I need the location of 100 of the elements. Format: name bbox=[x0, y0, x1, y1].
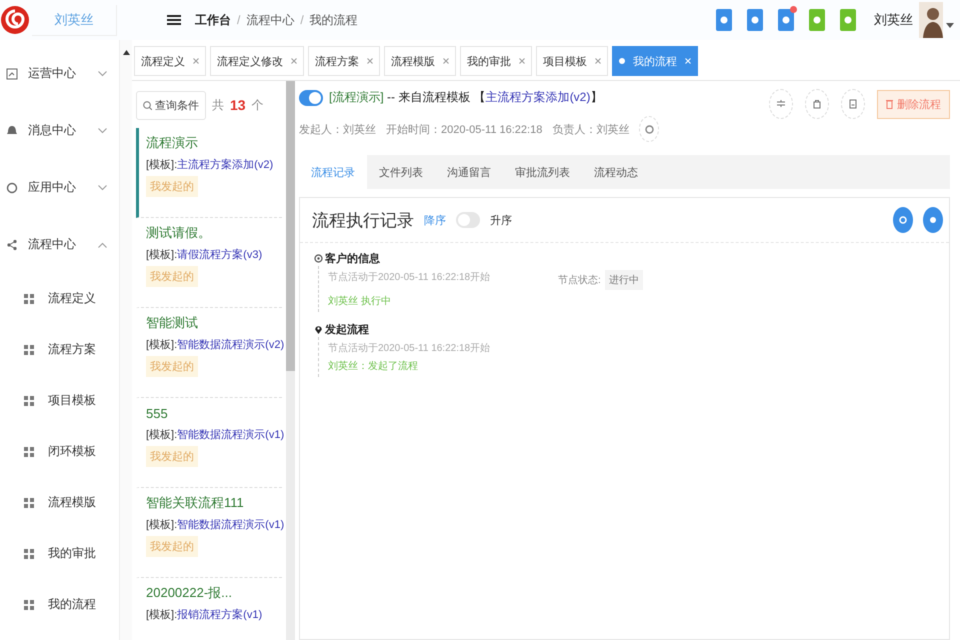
toggle-switch[interactable] bbox=[299, 90, 323, 106]
grid-icon bbox=[24, 446, 34, 456]
toolbar-button[interactable] bbox=[840, 9, 856, 31]
sliders-icon bbox=[776, 99, 786, 109]
close-icon[interactable] bbox=[193, 58, 199, 64]
tab[interactable]: 项目模板 bbox=[536, 46, 608, 76]
document-icon bbox=[848, 99, 858, 109]
round-button[interactable] bbox=[923, 207, 943, 233]
process-title: 流程演示 bbox=[146, 134, 199, 152]
avatar-icon[interactable] bbox=[919, 2, 943, 38]
meta-text: 发起人：刘英丝 bbox=[299, 122, 376, 136]
tab[interactable]: 文件列表 bbox=[367, 155, 435, 189]
trash-icon bbox=[886, 99, 893, 109]
close-icon[interactable] bbox=[519, 58, 525, 64]
result-count: 共 13 个 bbox=[212, 97, 264, 114]
tab[interactable]: 沟通留言 bbox=[435, 155, 503, 189]
user-name: 刘英丝 bbox=[32, 4, 117, 36]
close-icon[interactable] bbox=[291, 58, 297, 64]
process-heading: [流程演示] -- 来自流程模板 【主流程方案添加(v2)】 bbox=[329, 89, 602, 106]
scrollbar-thumb[interactable] bbox=[286, 81, 295, 371]
grid-icon bbox=[24, 600, 34, 610]
status-tag: 我发起的 bbox=[146, 356, 198, 377]
bell-icon bbox=[6, 124, 18, 136]
sidebar-group[interactable]: 流程中心 bbox=[0, 216, 119, 273]
circle-icon bbox=[844, 15, 852, 25]
node-name: 发起流程 bbox=[325, 322, 369, 337]
circle-icon bbox=[929, 216, 937, 224]
search-icon bbox=[143, 101, 152, 110]
user-name[interactable]: 刘英丝 bbox=[874, 11, 913, 29]
toolbar-button[interactable] bbox=[747, 9, 763, 31]
bag-icon bbox=[812, 99, 822, 109]
sort-label[interactable]: 升序 bbox=[490, 212, 512, 228]
close-icon[interactable] bbox=[595, 58, 601, 64]
meta-text: 开始时间：2020-05-11 16:22:18 bbox=[386, 122, 542, 136]
process-title: 测试请假。 bbox=[146, 224, 212, 242]
template-line: [模板]:主流程方案添加(v2) bbox=[146, 158, 274, 172]
search-button[interactable]: 查询条件 bbox=[136, 91, 206, 120]
node-actor: 刘英丝：发起了流程 bbox=[328, 360, 419, 373]
sidebar-item[interactable]: 流程方案 bbox=[0, 324, 119, 375]
meta-text: 负责人：刘英丝 bbox=[552, 122, 630, 136]
process-item[interactable]: 流程演示 [模板]:主流程方案添加(v2) 我发起的 bbox=[136, 128, 282, 218]
tab[interactable]: 流程定义 bbox=[134, 46, 206, 76]
tab[interactable]: 我的审批 bbox=[460, 46, 532, 76]
grid-icon bbox=[24, 294, 34, 304]
status-tag: 我发起的 bbox=[146, 266, 198, 287]
chevron-down-icon bbox=[98, 70, 107, 76]
sidebar-group[interactable]: 消息中心 bbox=[0, 102, 119, 159]
process-item[interactable]: 555 [模板]:智能数据流程演示(v1) 我发起的 bbox=[136, 398, 282, 488]
breadcrumb-item[interactable]: 流程中心 bbox=[246, 12, 294, 28]
sidebar-item[interactable]: 项目模板 bbox=[0, 375, 119, 426]
process-item[interactable]: 20200222-报... [模板]:报销流程方案(v1) bbox=[136, 578, 282, 640]
tab[interactable]: 流程定义修改 bbox=[210, 46, 304, 76]
settings-button[interactable] bbox=[639, 116, 660, 142]
chevron-down-icon bbox=[98, 184, 107, 190]
grid-icon bbox=[24, 344, 34, 354]
status-tag: 我发起的 bbox=[146, 446, 198, 467]
tab[interactable]: 审批流列表 bbox=[503, 155, 582, 189]
breadcrumb-separator: / bbox=[300, 13, 304, 27]
sidebar-group[interactable]: 应用中心 bbox=[0, 159, 119, 216]
node-time: 节点活动于2020-05-11 16:22:18开始 bbox=[328, 342, 492, 355]
tab[interactable]: 流程方案 bbox=[308, 46, 380, 76]
caret-icon[interactable] bbox=[946, 23, 954, 29]
grid-icon bbox=[24, 396, 34, 406]
process-title: 智能测试 bbox=[146, 314, 199, 332]
status-tag: 进行中 bbox=[604, 270, 643, 290]
status-tag: 我发起的 bbox=[146, 536, 198, 557]
dot-icon bbox=[619, 58, 625, 64]
toolbar-button[interactable] bbox=[716, 9, 732, 31]
scroll-up-icon[interactable] bbox=[122, 50, 130, 55]
breadcrumb-item[interactable]: 我的流程 bbox=[310, 12, 358, 28]
card-title: 流程执行记录 bbox=[312, 210, 414, 232]
process-title: 20200222-报... bbox=[146, 584, 234, 602]
grid-icon bbox=[24, 548, 34, 558]
toolbar-button[interactable] bbox=[809, 9, 825, 31]
chevron-up-icon bbox=[98, 242, 107, 248]
tab[interactable]: 流程动态 bbox=[582, 155, 650, 189]
share-icon bbox=[6, 238, 18, 250]
close-icon[interactable] bbox=[367, 58, 373, 64]
round-button[interactable] bbox=[893, 207, 913, 233]
process-item[interactable]: 智能测试 [模板]:智能数据流程演示(v2) 我发起的 bbox=[136, 308, 282, 398]
toolbar-button[interactable] bbox=[778, 9, 794, 31]
grid-icon bbox=[24, 498, 34, 508]
close-icon[interactable] bbox=[443, 58, 449, 64]
template-line: [模板]:智能数据流程演示(v1) bbox=[146, 518, 282, 532]
tab[interactable]: 流程模版 bbox=[384, 46, 456, 76]
sidebar-item[interactable]: 流程模版 bbox=[0, 477, 119, 528]
status-label: 节点状态: bbox=[558, 274, 601, 287]
sort-toggle[interactable] bbox=[456, 212, 480, 228]
breadcrumb-item[interactable]: 工作台 bbox=[195, 12, 231, 28]
process-item[interactable]: 测试请假。 [模板]:请假流程方案(v3) 我发起的 bbox=[136, 218, 282, 308]
sidebar-item[interactable]: 流程定义 bbox=[0, 273, 119, 324]
template-line: [模板]:请假流程方案(v3) bbox=[146, 248, 264, 262]
menu-icon[interactable] bbox=[167, 14, 181, 26]
sidebar-item[interactable]: 我的审批 bbox=[0, 528, 119, 579]
process-item[interactable]: 智能关联流程111 [模板]:智能数据流程演示(v1) 我发起的 bbox=[136, 488, 282, 578]
sidebar-group[interactable]: 运营中心 bbox=[0, 45, 119, 102]
sidebar-item[interactable]: 我的流程 bbox=[0, 579, 119, 630]
status-tag: 我发起的 bbox=[146, 176, 198, 197]
sidebar-item[interactable]: 闭环模板 bbox=[0, 426, 119, 477]
breadcrumb-separator: / bbox=[237, 13, 240, 27]
